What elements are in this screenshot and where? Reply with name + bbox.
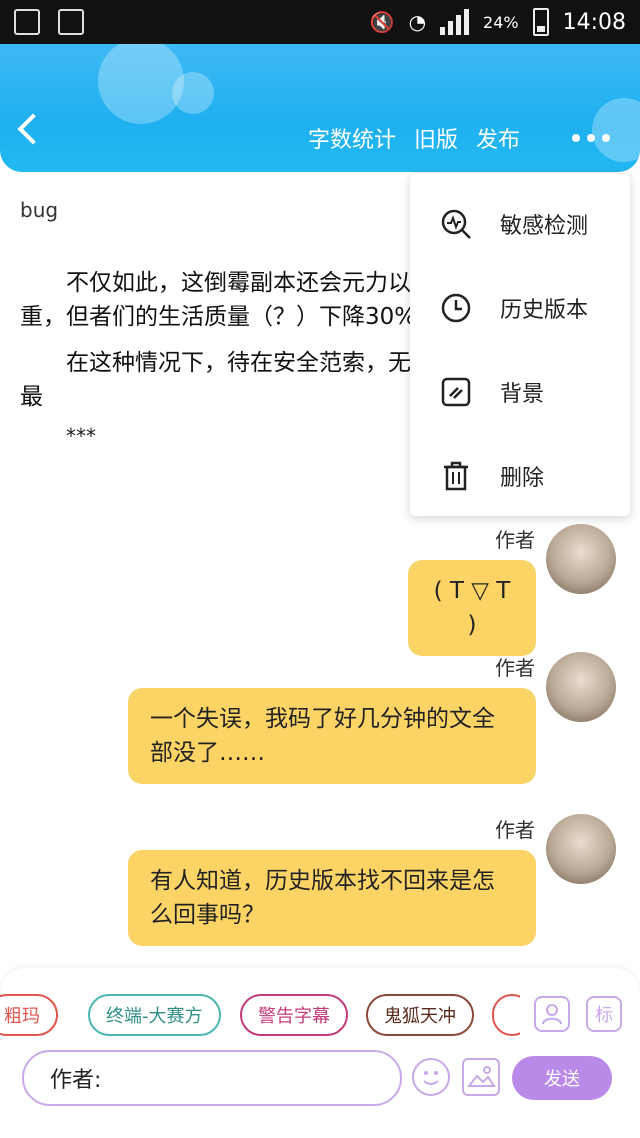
- menu-item-history[interactable]: 历史版本: [410, 266, 630, 350]
- menu-item-label: 敏感检测: [500, 214, 589, 239]
- old-version-link[interactable]: 旧版: [414, 122, 458, 154]
- message-input[interactable]: 作者:: [22, 1050, 402, 1106]
- avatar[interactable]: [546, 814, 616, 884]
- menu-item-delete[interactable]: 删除: [410, 434, 630, 518]
- decor-bubble: [592, 98, 640, 162]
- image-icon[interactable]: [462, 1058, 500, 1096]
- role-chip[interactable]: 终端-大赛方: [88, 994, 221, 1036]
- battery-icon: [532, 8, 549, 36]
- menu-item-label: 背景: [500, 382, 545, 407]
- status-bar: 🔇 ◔ 24% 14:08: [0, 0, 640, 44]
- menu-item-label: 删除: [500, 466, 545, 491]
- chat-area: 作者 ( T ▽ T ) 作者 一个失误，我码了好几分钟的文全部没了…… 作者 …: [0, 518, 640, 968]
- message-bubble: ( T ▽ T ): [408, 560, 536, 656]
- battery-text: 24%: [483, 12, 519, 32]
- clock: 14:08: [562, 9, 626, 35]
- decor-bubble: [172, 72, 214, 114]
- role-chip[interactable]: [492, 994, 520, 1036]
- image-notification-icon: [58, 9, 84, 35]
- composer-panel: 粗玛 终端-大赛方 警告字幕 鬼狐天冲 标 作者: 发送: [0, 968, 640, 1138]
- notification-icon: [14, 9, 40, 35]
- wifi-icon: ◔: [408, 10, 427, 34]
- publish-link[interactable]: 发布: [476, 122, 520, 154]
- send-button[interactable]: 发送: [512, 1056, 612, 1100]
- author-label: 作者: [495, 818, 535, 842]
- more-icon[interactable]: [572, 134, 610, 142]
- avatar[interactable]: [546, 652, 616, 722]
- back-icon[interactable]: [17, 113, 49, 145]
- emoji-icon[interactable]: [412, 1058, 450, 1096]
- author-label: 作者: [495, 528, 535, 552]
- word-count-link[interactable]: 字数统计: [308, 122, 396, 154]
- mute-icon: 🔇: [369, 10, 395, 34]
- clock-icon: [440, 292, 472, 324]
- menu-item-sensitive-check[interactable]: 敏感检测: [410, 182, 630, 266]
- app-header: 字数统计 旧版 发布: [0, 44, 640, 172]
- trash-icon: [440, 460, 472, 492]
- signal-icon: [440, 9, 470, 35]
- avatar[interactable]: [546, 524, 616, 594]
- role-chip-row: 粗玛 终端-大赛方 警告字幕 鬼狐天冲: [0, 994, 520, 1036]
- search-wave-icon: [440, 208, 472, 240]
- role-chip[interactable]: 警告字幕: [240, 994, 348, 1036]
- message-bubble: 一个失误，我码了好几分钟的文全部没了……: [128, 688, 536, 784]
- overflow-menu: 敏感检测 历史版本 背景 删除: [410, 174, 630, 516]
- role-chip[interactable]: 鬼狐天冲: [366, 994, 474, 1036]
- author-label: 作者: [495, 656, 535, 680]
- menu-item-label: 历史版本: [500, 298, 589, 323]
- label-button[interactable]: 标: [586, 996, 622, 1032]
- background-icon: [440, 376, 472, 408]
- message-bubble: 有人知道，历史版本找不回来是怎么回事吗？: [128, 850, 536, 946]
- decor-bubble: [98, 44, 184, 124]
- person-icon[interactable]: [534, 996, 570, 1032]
- menu-item-background[interactable]: 背景: [410, 350, 630, 434]
- role-chip[interactable]: 粗玛: [0, 994, 58, 1036]
